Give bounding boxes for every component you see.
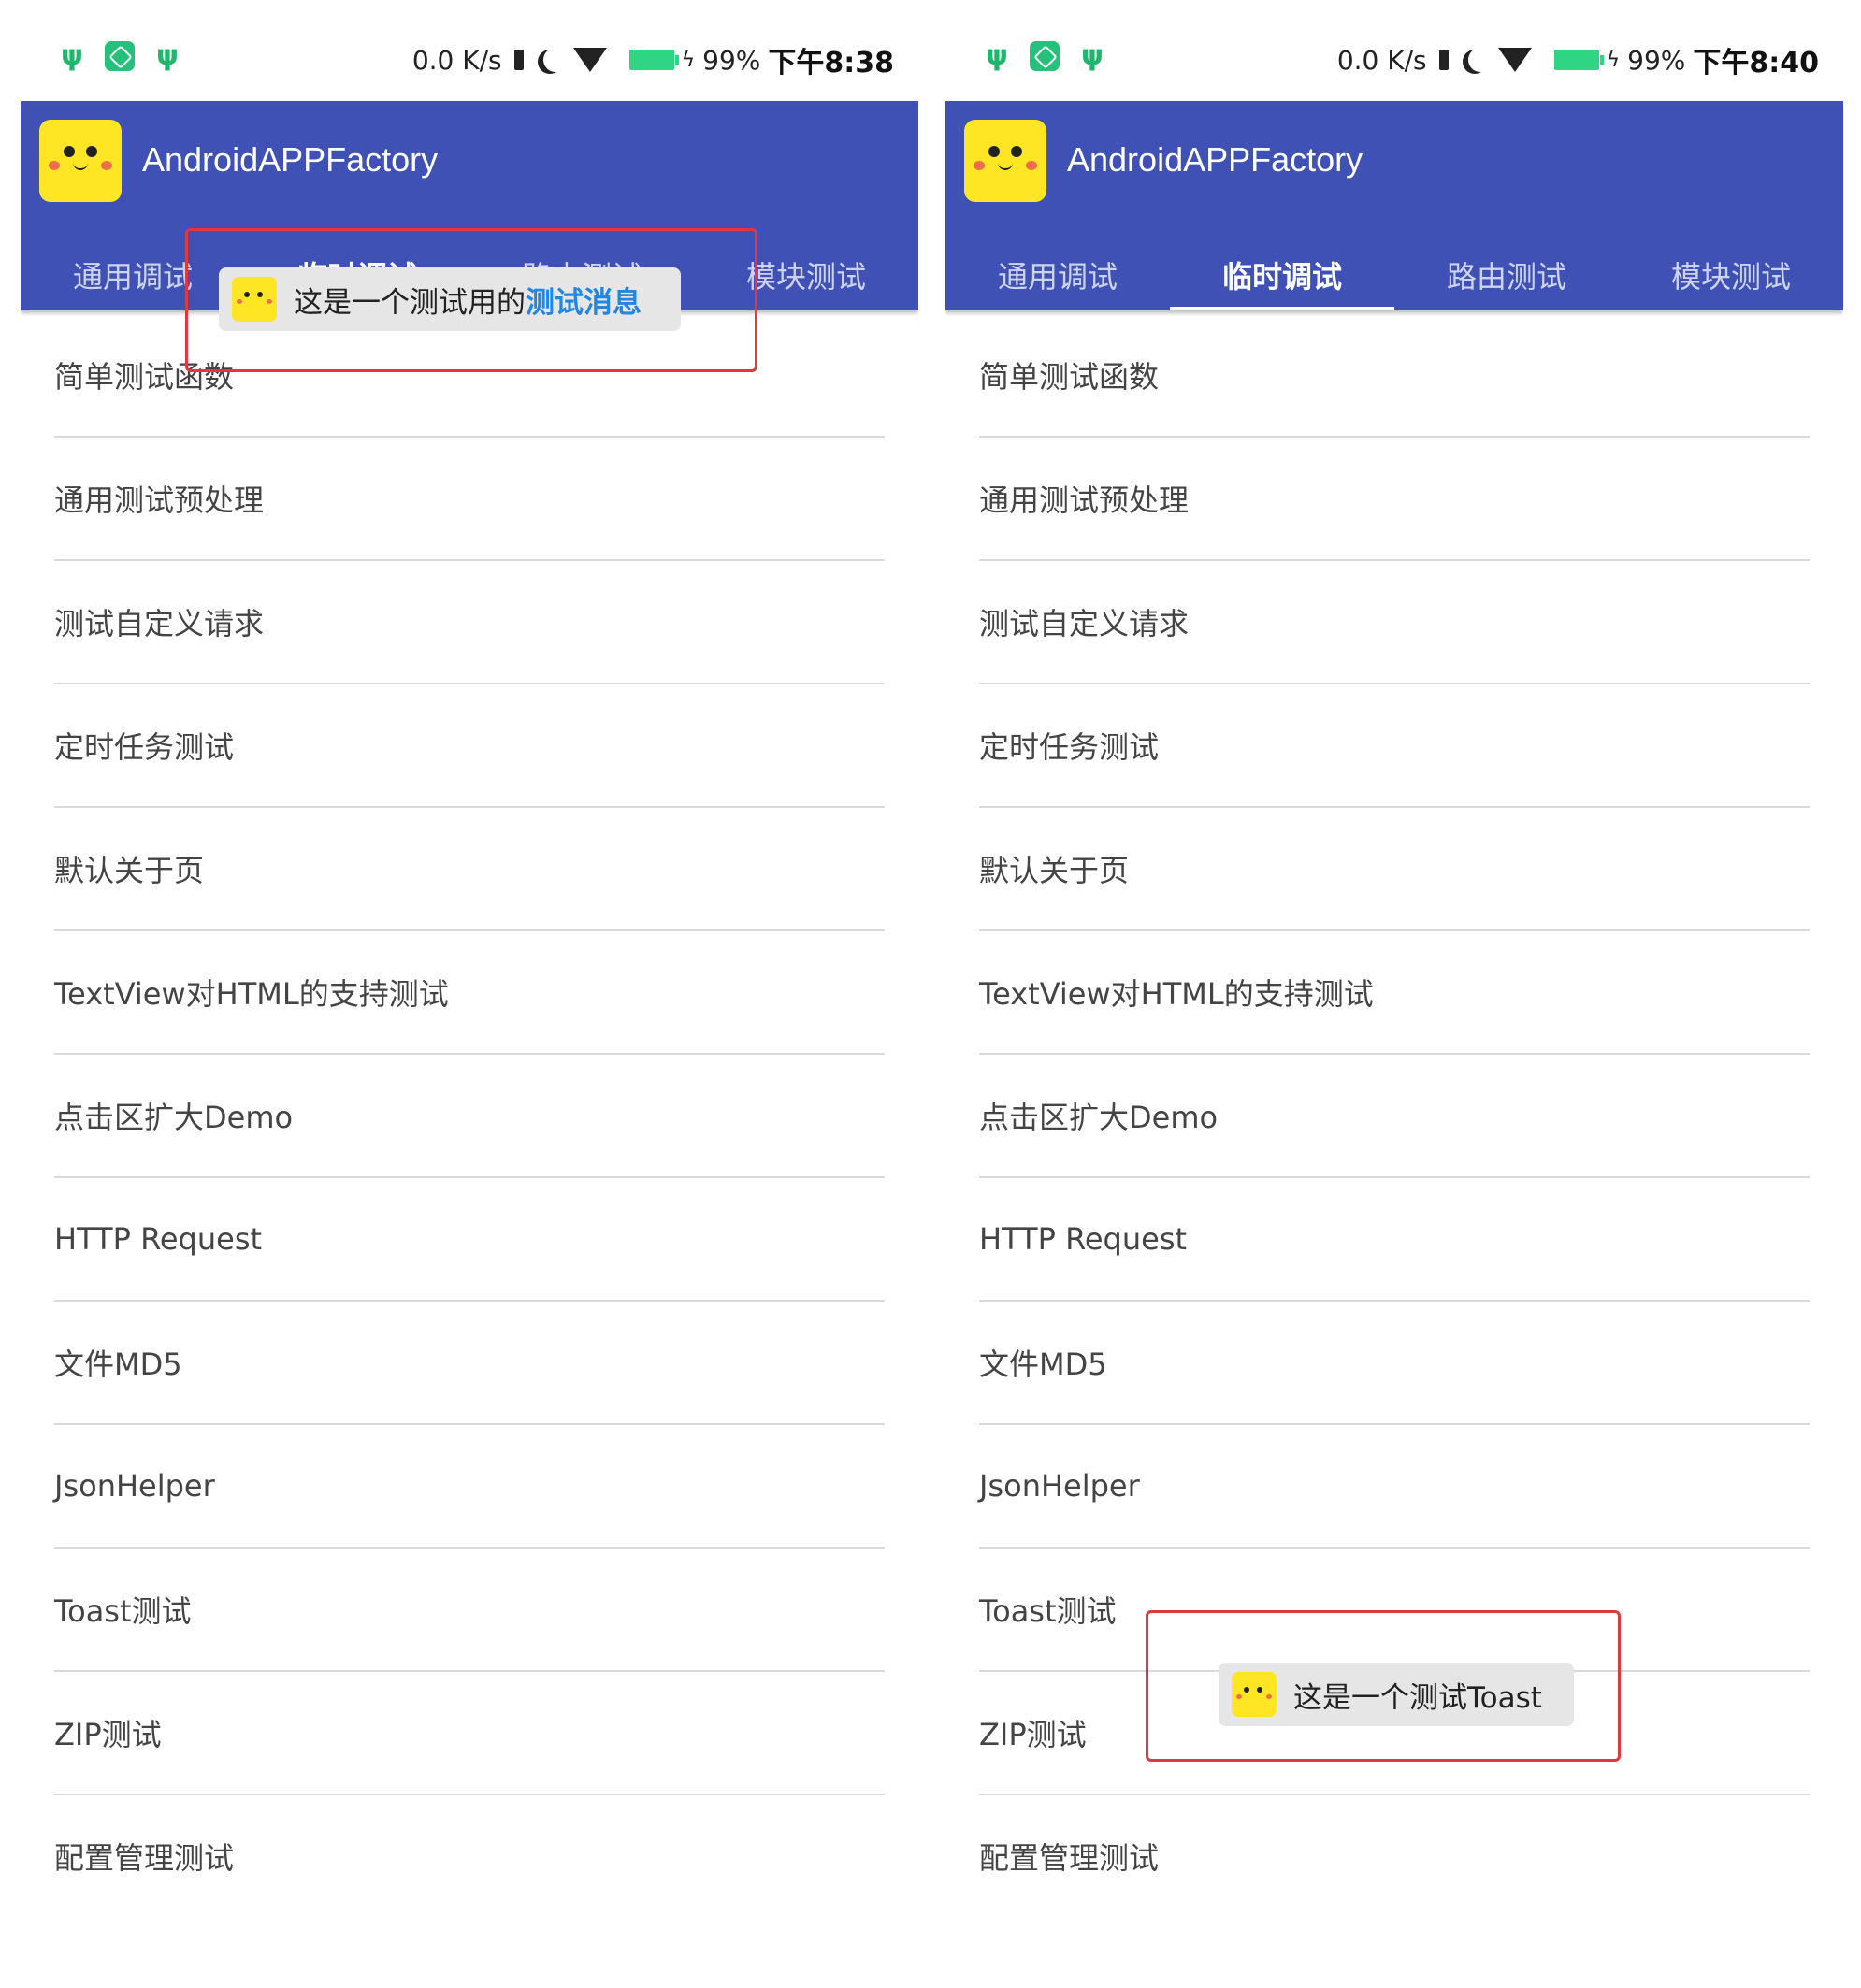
list-item[interactable]: 配置管理测试 [54,1795,885,1917]
vibrate-icon [1435,48,1453,72]
moon-icon [1468,48,1493,72]
list-item[interactable]: 定时任务测试 [54,684,885,808]
list-item[interactable]: HTTP Request [54,1178,885,1302]
battery-percent: 99% [702,44,761,76]
status-bar: ψ ψ 0.0 K/s ϟ 99% 下午8:38 [21,28,918,94]
list-item[interactable]: TextView对HTML的支持测试 [54,931,885,1055]
status-bar: ψ ψ 0.0 K/s ϟ 99% 下午8:40 [945,28,1843,94]
tab-module-test[interactable]: 模块测试 [1619,239,1843,310]
list-item[interactable]: TextView对HTML的支持测试 [979,931,1810,1055]
list-item[interactable]: 测试自定义请求 [54,561,885,684]
list-item[interactable]: JsonHelper [54,1425,885,1549]
tab-general-debug[interactable]: 通用调试 [945,239,1170,310]
usb-icon: ψ [1081,39,1104,72]
callout-box [185,228,757,372]
list-item[interactable]: 配置管理测试 [979,1795,1810,1917]
app-store-icon [105,41,135,71]
list-item[interactable]: 简单测试函数 [979,314,1810,438]
clock: 下午8:38 [768,47,894,79]
vibrate-icon [510,48,528,72]
wifi-icon [1497,48,1532,72]
list-item[interactable]: JsonHelper [979,1425,1810,1549]
usb-icon: ψ [156,39,179,72]
app-logo-icon [964,120,1046,202]
list-item[interactable]: 通用测试预处理 [54,438,885,561]
list-item[interactable]: 点击区扩大Demo [54,1055,885,1178]
battery-icon [1553,50,1604,70]
wifi-icon [572,48,607,72]
moon-icon [543,48,568,72]
list-item[interactable]: 文件MD5 [54,1302,885,1425]
list-item[interactable]: 默认关于页 [979,808,1810,931]
test-list: 简单测试函数 通用测试预处理 测试自定义请求 定时任务测试 默认关于页 Text… [21,314,918,1917]
clock: 下午8:40 [1693,47,1819,79]
tab-temp-debug[interactable]: 临时调试 [1170,239,1394,310]
network-speed: 0.0 K/s [411,44,502,76]
network-speed: 0.0 K/s [1336,44,1427,76]
usb-icon: ψ [61,39,83,72]
usb-icon: ψ [986,39,1008,72]
battery-percent: 99% [1627,44,1686,76]
list-item[interactable]: 默认关于页 [54,808,885,931]
list-item[interactable]: 定时任务测试 [979,684,1810,808]
list-item[interactable]: HTTP Request [979,1178,1810,1302]
app-store-icon [1030,41,1060,71]
list-item[interactable]: 通用测试预处理 [979,438,1810,561]
charging-icon: ϟ [1606,48,1621,72]
charging-icon: ϟ [681,48,696,72]
list-item[interactable]: Toast测试 [54,1549,885,1672]
callout-box [1146,1610,1621,1762]
app-title: AndroidAPPFactory [1067,140,1363,179]
app-title: AndroidAPPFactory [142,140,439,179]
list-item[interactable]: ZIP测试 [54,1672,885,1795]
list-item[interactable]: 点击区扩大Demo [979,1055,1810,1178]
tab-route-test[interactable]: 路由测试 [1394,239,1619,310]
app-logo-icon [39,120,122,202]
battery-icon [628,50,679,70]
app-bar: AndroidAPPFactory 通用调试 临时调试 路由测试 模块测试 [945,101,1843,310]
tab-bar: 通用调试 临时调试 路由测试 模块测试 [945,239,1843,310]
list-item[interactable]: 测试自定义请求 [979,561,1810,684]
list-item[interactable]: 文件MD5 [979,1302,1810,1425]
